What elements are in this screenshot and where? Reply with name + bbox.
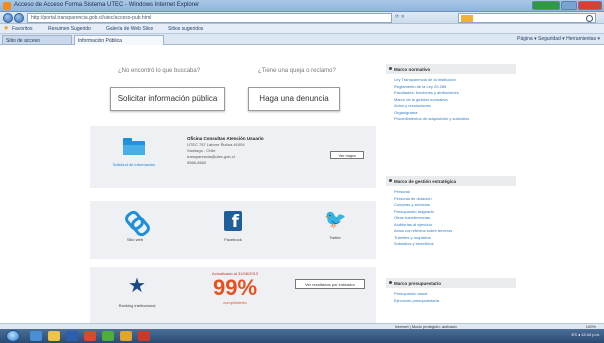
sidebar-link[interactable]: Procedimientos de adquisición y subsidio…	[394, 116, 516, 123]
compliance-percent: 99%	[212, 275, 258, 300]
tab-sitio-acceso[interactable]: Sitio de acceso	[2, 35, 72, 45]
close-button[interactable]	[578, 1, 602, 10]
question-complaint: ¿Tiene una queja o reclamo?	[258, 68, 336, 74]
compliance-caption: cumplimiento	[223, 300, 247, 305]
command-bar[interactable]: Página ▾ Seguridad ▾ Herramientas ▾	[517, 36, 600, 42]
request-info-button[interactable]: Solicitar información pública	[110, 87, 225, 111]
favorite-link[interactable]: Resumen Sugerido	[48, 26, 91, 32]
sidebar-link[interactable]: Ejecución presupuestaria	[394, 298, 516, 305]
star-icon: ★	[128, 273, 146, 297]
sidebar: Marco normativo Ley Transparencia de la …	[386, 64, 516, 324]
word-taskbar-icon[interactable]	[66, 331, 78, 341]
folder-caption[interactable]: Solicitud de información	[104, 162, 164, 167]
acrobat-taskbar-icon[interactable]	[138, 331, 150, 341]
twitter-caption: Twitter	[329, 235, 341, 240]
window-titlebar: Acceso de Acceso Forma Sistema UTEC - Wi…	[0, 0, 604, 12]
sidebar-list: Presupuesto anual Ejecución presupuestar…	[386, 288, 516, 304]
sidebar-section-presupuesto: Marco presupuestario Presupuesto anual E…	[386, 278, 516, 304]
taskbar: ES ◂ 12:44 p.m.	[0, 329, 604, 343]
twitter-link[interactable]: 🐦 Twitter	[320, 209, 350, 241]
folder-taskbar-icon[interactable]	[120, 331, 132, 341]
window-title: Acceso de Acceso Forma Sistema UTEC - Wi…	[14, 2, 200, 8]
bing-logo-icon	[461, 15, 473, 22]
page-content: ¿No encontró lo que buscaba? ¿Tiene una …	[0, 46, 604, 323]
favorites-star-icon[interactable]: ★	[3, 25, 10, 32]
favorites-button[interactable]: Favoritos	[12, 26, 33, 32]
contact-panel: Solicitud de información Oficina Consult…	[90, 126, 376, 188]
sidebar-heading[interactable]: Marco presupuestario	[386, 278, 516, 288]
start-button[interactable]	[6, 330, 20, 342]
back-icon[interactable]	[3, 13, 13, 23]
facebook-icon: f	[224, 211, 242, 232]
contact-phone: 5566-6660	[187, 160, 207, 165]
system-tray-clock[interactable]: ES ◂ 12:44 p.m.	[572, 332, 600, 337]
url-input[interactable]: http://portal.transparencia.gob.cl/utec/…	[27, 13, 392, 23]
view-results-button[interactable]: Ver resultados por indicador	[295, 279, 365, 289]
sidebar-list: Personal Personal de dotación Compras y …	[386, 186, 516, 248]
forward-icon[interactable]	[14, 13, 24, 23]
main-column: ¿No encontró lo que buscaba? ¿Tiene una …	[90, 46, 376, 323]
folder-icon[interactable]	[123, 138, 145, 155]
web-link[interactable]: Sitio web	[120, 211, 150, 242]
view-map-button[interactable]: Ver mapa	[330, 151, 364, 159]
sidebar-heading[interactable]: Marco de gestión estratégica	[386, 176, 516, 186]
address-bar: http://portal.transparencia.gob.cl/utec/…	[0, 12, 604, 24]
rating-caption: Ranking institucional	[118, 303, 156, 308]
contact-info: Oficina Consultas Atención Usuario UTEC …	[187, 136, 264, 166]
facebook-link[interactable]: f Facebook	[218, 211, 248, 242]
minimize-button[interactable]	[532, 1, 560, 10]
ie-taskbar-icon[interactable]	[30, 331, 42, 341]
window-controls	[532, 1, 602, 10]
question-info: ¿No encontró lo que buscaba?	[118, 68, 201, 74]
ie-icon	[3, 2, 11, 10]
explorer-taskbar-icon[interactable]	[48, 331, 60, 341]
media-taskbar-icon[interactable]	[84, 331, 96, 341]
sidebar-link[interactable]: Subsidios y beneficios	[394, 241, 516, 248]
favorite-link[interactable]: Galería de Web Slice	[106, 26, 153, 32]
facebook-caption: Facebook	[224, 237, 242, 242]
web-caption: Sitio web	[126, 237, 144, 242]
refresh-stop-icons[interactable]: ⟳ ✕	[395, 14, 455, 22]
rating-panel: ★ Ranking institucional Actualizado al 3…	[90, 267, 376, 323]
favorite-link[interactable]: Sitios sugeridos	[168, 26, 203, 32]
sidebar-section-normativo: Marco normativo Ley Transparencia de la …	[386, 64, 516, 123]
tab-informacion-publica[interactable]: Información Pública	[74, 35, 164, 45]
chrome-taskbar-icon[interactable]	[102, 331, 114, 341]
sidebar-heading[interactable]: Marco normativo	[386, 64, 516, 74]
tab-bar: Sitio de acceso Información Pública Pági…	[0, 34, 604, 45]
link-icon	[126, 211, 144, 231]
search-icon[interactable]	[586, 15, 593, 22]
sidebar-list: Ley Transparencia de la Institución Regl…	[386, 74, 516, 123]
favorites-bar: ★ Favoritos Resumen Sugerido Galería de …	[0, 24, 604, 34]
sidebar-section-gestion: Marco de gestión estratégica Personal Pe…	[386, 176, 516, 248]
twitter-icon: 🐦	[324, 209, 347, 230]
maximize-button[interactable]	[561, 1, 577, 10]
complaint-button[interactable]: Haga una denuncia	[248, 87, 340, 111]
search-input[interactable]	[458, 13, 596, 23]
social-panel: Sitio web f Facebook 🐦 Twitter	[90, 201, 376, 259]
